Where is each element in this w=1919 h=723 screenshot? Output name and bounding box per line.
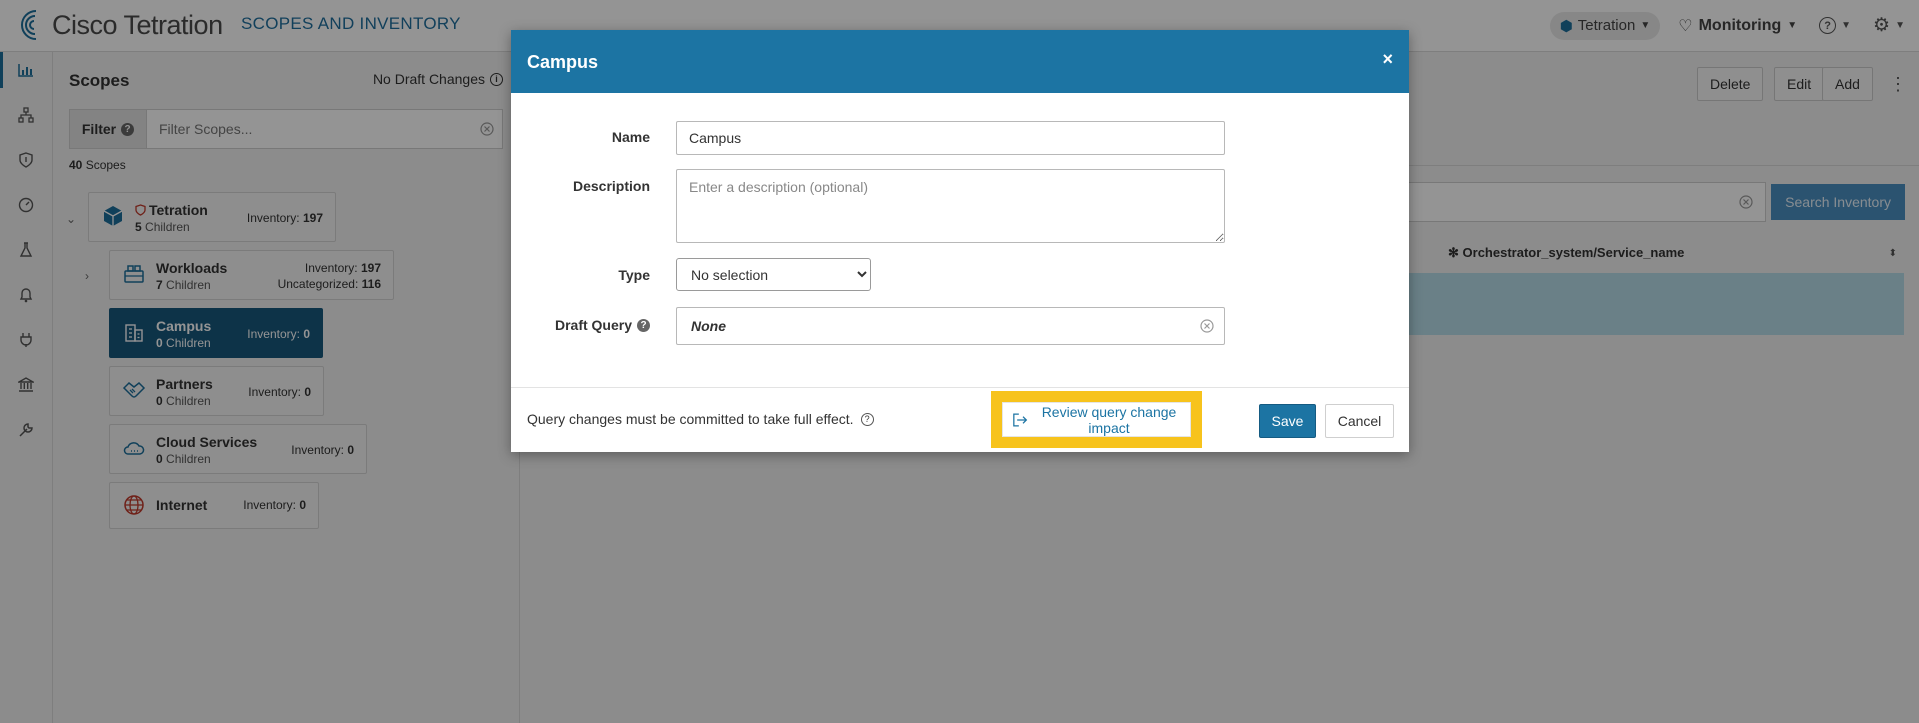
edit-scope-modal: Campus × Name Description Type No select… [511, 30, 1409, 452]
footer-note-text: Query changes must be committed to take … [527, 411, 854, 427]
help-circle-icon[interactable]: ? [860, 412, 874, 426]
type-label: Type [618, 267, 650, 283]
clear-query-icon[interactable] [1200, 319, 1214, 333]
description-textarea[interactable] [676, 169, 1225, 243]
review-button-label: Review query change impact [1041, 403, 1177, 436]
name-input[interactable] [676, 121, 1225, 155]
modal-title: Campus [527, 52, 599, 72]
cancel-button[interactable]: Cancel [1325, 404, 1394, 438]
description-label: Description [572, 178, 650, 194]
footer-note: Query changes must be committed to take … [527, 411, 874, 427]
type-select[interactable]: No selection [676, 258, 871, 291]
close-icon[interactable]: × [1382, 49, 1393, 70]
draft-query-label: Draft Query ? [555, 317, 650, 333]
save-button[interactable]: Save [1259, 404, 1316, 438]
draft-query-label-text: Draft Query [554, 317, 632, 333]
draft-query-field[interactable]: None [676, 307, 1225, 345]
modal-footer-divider [511, 387, 1409, 388]
name-label: Name [611, 129, 650, 145]
draft-query-value: None [691, 318, 726, 334]
sign-out-arrow-icon [1013, 413, 1028, 426]
modal-header: Campus × [511, 30, 1409, 93]
review-query-change-impact-button[interactable]: Review query change impact [1002, 402, 1191, 437]
help-circle-icon[interactable]: ? [637, 318, 650, 332]
